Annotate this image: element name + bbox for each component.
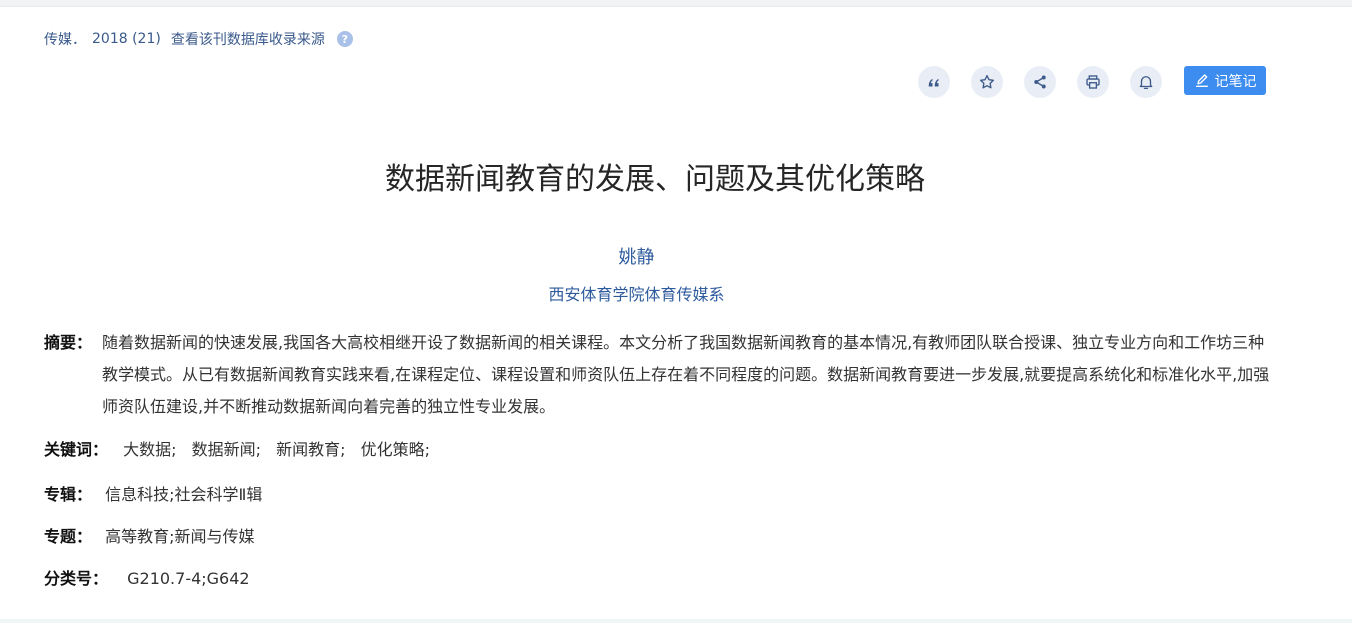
pencil-icon <box>1195 73 1208 87</box>
take-note-label: 记笔记 <box>1214 73 1257 90</box>
keyword-link[interactable]: 新闻教育; <box>276 440 345 459</box>
bell-icon <box>1139 76 1153 90</box>
share-button[interactable] <box>1024 66 1056 98</box>
article-title: 数据新闻教育的发展、问题及其优化策略 <box>385 162 925 197</box>
print-icon <box>1086 75 1100 89</box>
share-icon <box>1034 75 1046 89</box>
affiliation-link[interactable]: 西安体育学院体育传媒系 <box>0 284 1273 306</box>
classification-label: 分类号： <box>44 569 109 588</box>
subscribe-button[interactable] <box>1130 66 1162 98</box>
keywords-row: 关键词： 大数据; 数据新闻; 新闻教育; 优化策略; <box>44 436 1270 464</box>
topic-value: 高等教育;新闻与传媒 <box>105 527 255 546</box>
album-row: 专辑： 信息科技;社会科学Ⅱ辑 <box>44 481 1270 509</box>
help-icon[interactable]: ? <box>336 31 353 47</box>
album-label: 专辑： <box>44 485 93 504</box>
topic-row: 专题： 高等教育;新闻与传媒 <box>44 523 1270 551</box>
journal-name[interactable]: 传媒． <box>44 29 86 49</box>
journal-issue[interactable]: 2018 (21) <box>92 31 161 47</box>
classification-value: G210.7-4;G642 <box>127 569 250 588</box>
star-icon <box>979 74 995 89</box>
favorite-button[interactable] <box>971 66 1003 98</box>
keyword-link[interactable]: 数据新闻; <box>192 440 261 459</box>
bottom-border <box>0 619 1352 623</box>
abstract-text: 随着数据新闻的快速发展,我国各大高校相继开设了数据新闻的相关课程。本文分析了我国… <box>102 333 1270 416</box>
take-note-button[interactable]: 记笔记 <box>1184 66 1266 95</box>
quote-icon <box>928 79 939 87</box>
cite-button[interactable] <box>918 66 950 98</box>
topic-label: 专题： <box>44 527 93 546</box>
author-link[interactable]: 姚静 <box>0 246 1273 270</box>
database-source-link[interactable]: 查看该刊数据库收录来源 <box>171 29 325 49</box>
keyword-link[interactable]: 大数据; <box>123 440 176 459</box>
abstract-label: 摘要： <box>44 333 93 352</box>
keyword-link[interactable]: 优化策略; <box>361 440 430 459</box>
classification-row: 分类号： G210.7-4;G642 <box>44 565 1270 593</box>
source-line: 传媒． 2018 (21) 查看该刊数据库收录来源 ? <box>44 29 353 49</box>
album-value: 信息科技;社会科学Ⅱ辑 <box>105 485 263 504</box>
print-button[interactable] <box>1077 66 1109 98</box>
top-border <box>0 0 1352 7</box>
abstract-row: 摘要： 随着数据新闻的快速发展,我国各大高校相继开设了数据新闻的相关课程。本文分… <box>44 327 1270 423</box>
keywords-label: 关键词： <box>44 440 109 459</box>
